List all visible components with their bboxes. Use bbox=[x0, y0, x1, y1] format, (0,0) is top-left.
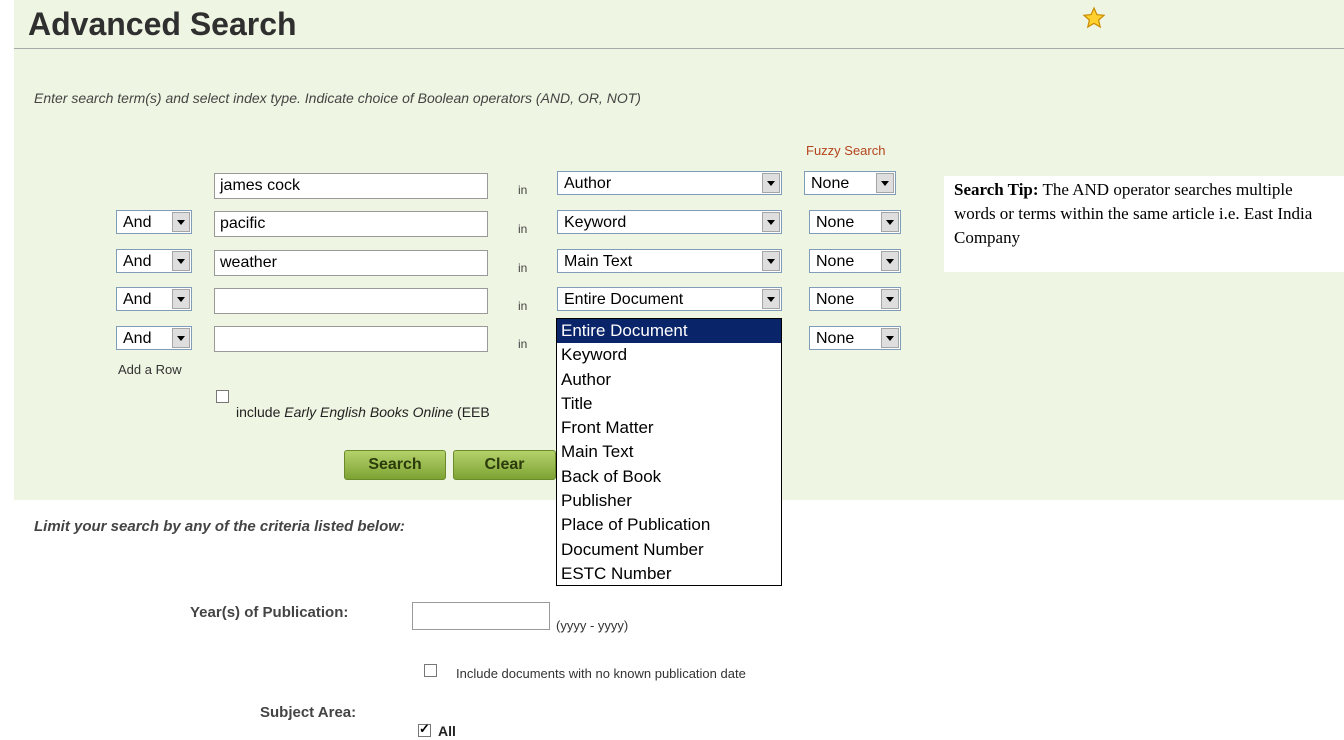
chevron-down-icon[interactable] bbox=[881, 212, 899, 232]
year-input[interactable] bbox=[412, 602, 550, 630]
dropdown-option[interactable]: Entire Document bbox=[557, 319, 781, 344]
no-date-label: Include documents with no known publicat… bbox=[456, 666, 746, 681]
subject-all-label: All bbox=[438, 723, 456, 739]
eebo-label: include Early English Books Online (EEB bbox=[236, 404, 490, 420]
chevron-down-icon[interactable] bbox=[762, 289, 780, 309]
operator-select-2[interactable]: And bbox=[116, 210, 192, 234]
clear-button[interactable]: Clear bbox=[453, 450, 556, 480]
operator-select-value: And bbox=[123, 214, 152, 231]
chevron-down-icon[interactable] bbox=[881, 289, 899, 309]
search-term-input-5[interactable] bbox=[214, 326, 488, 352]
index-select-3[interactable]: Main Text bbox=[557, 249, 782, 273]
index-select-2[interactable]: Keyword bbox=[557, 210, 782, 234]
eebo-checkbox[interactable] bbox=[216, 390, 229, 403]
chevron-down-icon[interactable] bbox=[881, 251, 899, 271]
chevron-down-icon[interactable] bbox=[172, 289, 190, 309]
fuzzy-select-3[interactable]: None bbox=[809, 249, 901, 273]
page-title: Advanced Search bbox=[28, 6, 297, 42]
search-term-input-4[interactable] bbox=[214, 288, 488, 314]
chevron-down-icon[interactable] bbox=[172, 328, 190, 348]
operator-select-3[interactable]: And bbox=[116, 249, 192, 273]
add-row-link[interactable]: Add a Row bbox=[118, 362, 182, 377]
eebo-suffix: (EEB bbox=[453, 404, 490, 420]
operator-select-value: And bbox=[123, 253, 152, 270]
index-select-value: Entire Document bbox=[564, 291, 684, 308]
fuzzy-select-value: None bbox=[816, 291, 855, 308]
index-select-4[interactable]: Entire Document bbox=[557, 287, 782, 311]
index-select-1[interactable]: Author bbox=[557, 171, 782, 195]
in-label: in bbox=[518, 183, 528, 197]
dropdown-option[interactable]: Place of Publication bbox=[557, 513, 781, 537]
dropdown-option[interactable]: Publisher bbox=[557, 489, 781, 513]
dropdown-option[interactable]: Title bbox=[557, 392, 781, 416]
search-term-input-3[interactable]: weather bbox=[214, 250, 488, 276]
index-select-value: Main Text bbox=[564, 253, 633, 270]
search-term-input-1[interactable]: james cock bbox=[214, 173, 488, 199]
operator-select-value: And bbox=[123, 330, 152, 347]
chevron-down-icon[interactable] bbox=[172, 251, 190, 271]
instructions-text: Enter search term(s) and select index ty… bbox=[34, 90, 641, 106]
dropdown-option[interactable]: Back of Book bbox=[557, 465, 781, 489]
chevron-down-icon[interactable] bbox=[876, 173, 894, 193]
fuzzy-select-1[interactable]: None bbox=[804, 171, 896, 195]
index-select-value: Author bbox=[564, 175, 612, 192]
chevron-down-icon[interactable] bbox=[762, 173, 780, 193]
search-tip-heading: Search Tip: bbox=[954, 180, 1039, 199]
fuzzy-select-value: None bbox=[811, 175, 850, 192]
eebo-title: Early English Books Online bbox=[284, 404, 454, 420]
index-dropdown-list[interactable]: Entire Document Keyword Author Title Fro… bbox=[556, 318, 782, 586]
in-label: in bbox=[518, 337, 528, 351]
chevron-down-icon[interactable] bbox=[762, 251, 780, 271]
operator-select-value: And bbox=[123, 291, 152, 308]
search-button[interactable]: Search bbox=[344, 450, 446, 480]
search-term-input-2[interactable]: pacific bbox=[214, 211, 488, 237]
in-label: in bbox=[518, 299, 528, 313]
operator-select-5[interactable]: And bbox=[116, 326, 192, 350]
dropdown-option[interactable]: Main Text bbox=[557, 440, 781, 464]
chevron-down-icon[interactable] bbox=[881, 328, 899, 348]
operator-select-4[interactable]: And bbox=[116, 287, 192, 311]
subject-all-checkbox[interactable] bbox=[418, 721, 431, 737]
in-label: in bbox=[518, 261, 528, 275]
limits-heading: Limit your search by any of the criteria… bbox=[34, 518, 405, 535]
dropdown-option[interactable]: Front Matter bbox=[557, 416, 781, 440]
chevron-down-icon[interactable] bbox=[172, 212, 190, 232]
eebo-prefix: include bbox=[236, 404, 285, 420]
subject-area-label: Subject Area: bbox=[260, 704, 357, 721]
dropdown-option[interactable]: Author bbox=[557, 368, 781, 392]
dropdown-option[interactable]: ESTC Number bbox=[557, 562, 781, 586]
fuzzy-select-4[interactable]: None bbox=[809, 287, 901, 311]
dropdown-option[interactable]: Keyword bbox=[557, 343, 781, 367]
index-select-value: Keyword bbox=[564, 214, 627, 231]
fuzzy-select-value: None bbox=[816, 214, 855, 231]
fuzzy-select-5[interactable]: None bbox=[809, 326, 901, 350]
chevron-down-icon[interactable] bbox=[762, 212, 780, 232]
fuzzy-select-value: None bbox=[816, 330, 855, 347]
fuzzy-search-label: Fuzzy Search bbox=[806, 143, 886, 158]
fuzzy-select-value: None bbox=[816, 253, 855, 270]
year-hint: (yyyy - yyyy) bbox=[556, 618, 629, 633]
year-label: Year(s) of Publication: bbox=[190, 604, 349, 621]
star-icon[interactable] bbox=[1082, 6, 1106, 30]
search-tip: Search Tip: The AND operator searches mu… bbox=[944, 176, 1344, 272]
no-date-checkbox[interactable] bbox=[424, 664, 437, 677]
title-divider bbox=[14, 48, 1344, 49]
fuzzy-select-2[interactable]: None bbox=[809, 210, 901, 234]
in-label: in bbox=[518, 222, 528, 236]
dropdown-option[interactable]: Document Number bbox=[557, 538, 781, 562]
